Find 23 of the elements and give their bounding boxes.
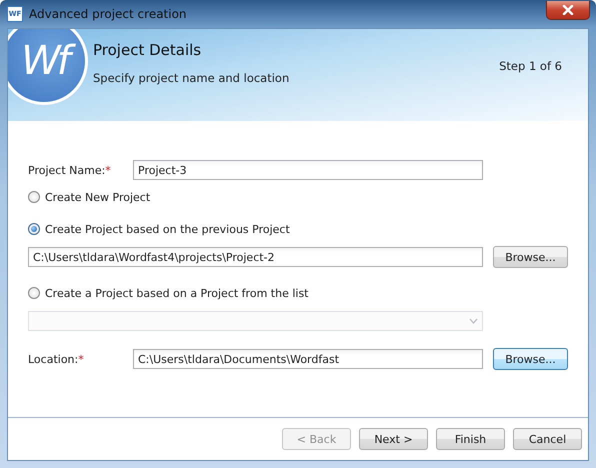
radio-label: Create New Project: [45, 190, 150, 204]
close-button[interactable]: [546, 1, 590, 20]
radio-label: Create a Project based on a Project from the list: [45, 286, 308, 300]
dialog-button[interactable]: Next >: [359, 428, 428, 450]
field-label: Project Name:*: [28, 164, 112, 176]
input-field[interactable]: Project-3: [133, 160, 483, 180]
browse-button[interactable]: Browse...: [493, 348, 568, 370]
page-subtitle: Specify project name and location: [93, 71, 290, 85]
dialog-button[interactable]: Finish: [436, 428, 505, 450]
page-title: Project Details: [93, 41, 202, 59]
logo: Wf: [8, 29, 88, 105]
radio-button[interactable]: [28, 223, 40, 235]
close-icon: [562, 5, 574, 15]
radio-button[interactable]: [28, 287, 40, 299]
browse-button[interactable]: Browse...: [493, 246, 568, 268]
radio-button[interactable]: [28, 191, 40, 203]
path-field[interactable]: C:\Users\tldara\Wordfast4\projects\Project-2: [28, 247, 483, 267]
window-title: Advanced project creation: [29, 7, 187, 21]
dialog-button[interactable]: Cancel: [513, 428, 582, 450]
step-indicator: Step 1 of 6: [499, 59, 562, 73]
radio-label: Create Project based on the previous Project: [45, 222, 290, 236]
input-field[interactable]: C:\Users\tldara\Documents\Wordfast: [133, 349, 483, 369]
field-label: Location:*: [28, 352, 85, 366]
